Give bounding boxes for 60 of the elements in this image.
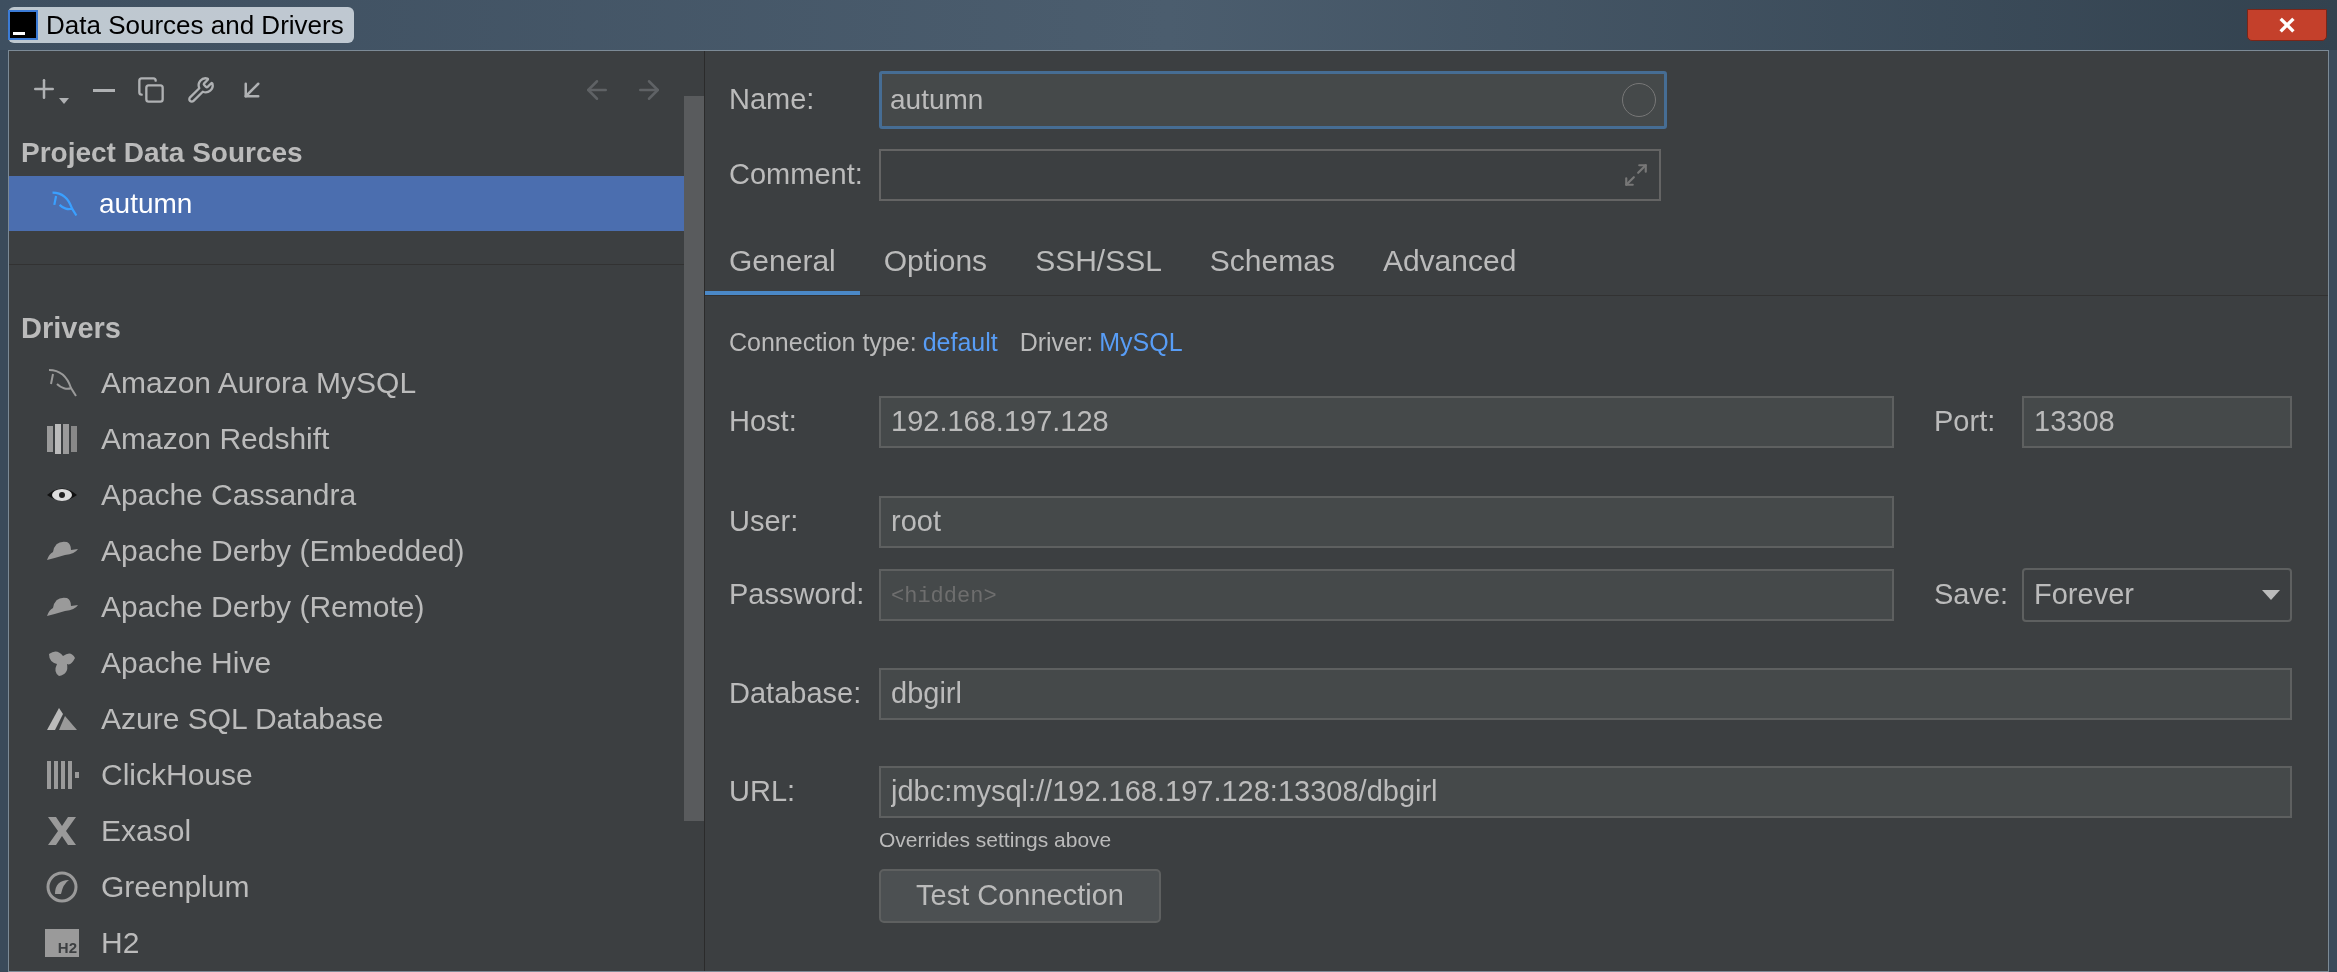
connection-type-link[interactable]: default (922, 324, 998, 362)
window-title: Data Sources and Drivers (46, 8, 344, 42)
driver-item[interactable]: Apache Derby (Remote) (9, 579, 684, 635)
circle-logo-icon (45, 870, 79, 904)
port-field[interactable]: 13308 (2022, 395, 2292, 448)
scrollbar-thumb[interactable] (684, 96, 704, 821)
user-field[interactable]: root (879, 495, 1894, 548)
section-heading: Project Data Sources (20, 135, 304, 170)
driver-item[interactable]: Azure SQL Database (9, 691, 684, 747)
url-field[interactable]: jdbc:mysql://192.168.197.128:13308/dbgirl (879, 765, 2292, 818)
driver-item[interactable]: Apache Derby (Embedded) (9, 523, 684, 579)
field-label: Password: (729, 576, 866, 612)
comment-field[interactable] (879, 149, 1661, 201)
driver-item[interactable]: Amazon Aurora MySQL (9, 355, 684, 411)
minus-icon (93, 88, 115, 92)
driver-item[interactable]: Apache Hive (9, 635, 684, 691)
field-label: Connection type: (729, 327, 917, 358)
close-button[interactable]: × (2247, 9, 2327, 41)
tab[interactable]: SSH/SSL (1011, 230, 1186, 295)
driver-item[interactable]: Amazon Redshift (9, 411, 684, 467)
cylinder-icon (45, 422, 79, 456)
bars-icon (45, 758, 79, 792)
wrench-button[interactable] (187, 76, 215, 105)
h2-icon: H2 (45, 929, 79, 957)
save-dropdown[interactable]: Forever (2022, 567, 2292, 622)
name-field[interactable]: autumn (879, 71, 1667, 129)
app-logo-icon (8, 10, 38, 40)
field-label: Host: (729, 403, 798, 439)
data-source-item[interactable]: autumn (9, 176, 684, 232)
driver-item[interactable]: Greenplum (9, 859, 684, 915)
wrench-icon (187, 76, 215, 105)
field-label: Database: (729, 675, 863, 711)
duplicate-button[interactable] (137, 76, 165, 105)
copy-icon (137, 76, 165, 105)
tab[interactable]: Schemas (1185, 230, 1359, 295)
expand-arrows-icon (1623, 162, 1649, 188)
driver-item[interactable]: Exasol (9, 803, 684, 859)
driver-item[interactable]: ClickHouse (9, 747, 684, 803)
caret-icon (59, 98, 69, 105)
url-hint: Overrides settings above (879, 826, 1112, 853)
test-connection-button[interactable]: Test Connection (879, 869, 1161, 923)
tab[interactable]: Advanced (1358, 230, 1541, 295)
x-logo-icon (45, 814, 79, 848)
field-label: Driver: (1019, 327, 1094, 358)
field-label: Save: (1934, 576, 2010, 612)
driver-link[interactable]: MySQL (1099, 324, 1183, 362)
field-label: Name: (729, 82, 816, 118)
field-label: Comment: (729, 157, 859, 193)
tab[interactable]: General (705, 230, 860, 295)
field-label: Port: (1934, 403, 1997, 439)
section-heading: Drivers (20, 311, 122, 347)
field-label: URL: (729, 773, 797, 809)
caret-icon (2262, 589, 2280, 600)
host-field[interactable]: 192.168.197.128 (879, 395, 1894, 448)
field-label: User: (729, 503, 800, 539)
remove-button[interactable] (93, 88, 115, 92)
tab[interactable]: Options (859, 230, 1012, 295)
driver-item[interactable]: H2 H2 (9, 915, 684, 971)
database-field[interactable]: dbgirl (879, 667, 2292, 720)
driver-item[interactable]: Apache Cassandra (9, 467, 684, 523)
